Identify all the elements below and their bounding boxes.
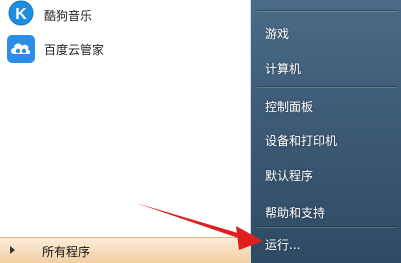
menu-item-label: 设备和打印机 [265,134,338,148]
kugou-music-icon: K [6,0,36,30]
menu-item-label: 控制面板 [265,100,314,114]
menu-item-label: 默认程序 [265,169,314,183]
menu-item-games[interactable]: 游戏 [251,21,401,45]
menu-item-label: 计算机 [265,62,302,76]
triangle-right-icon [10,246,15,254]
program-label: 酷狗音乐 [44,9,93,23]
programs-pane: K 酷狗音乐 百度云管家 所有程序 [0,0,250,263]
menu-item-help-support[interactable]: 帮助和支持 [251,200,401,224]
separator [257,226,397,227]
menu-item-devices-printers[interactable]: 设备和打印机 [251,128,401,152]
menu-item-label: 帮助和支持 [265,206,326,220]
all-programs-button[interactable]: 所有程序 [0,237,250,263]
baidu-cloud-icon [6,34,36,64]
menu-item-default-programs[interactable]: 默认程序 [251,163,401,187]
separator [257,86,397,87]
program-item-kugou[interactable]: K 酷狗音乐 [0,0,248,34]
menu-item-label: 游戏 [265,27,290,41]
menu-item-computer[interactable]: 计算机 [251,56,401,80]
menu-item-control-panel[interactable]: 控制面板 [251,94,401,118]
menu-item-label: 运行... [265,238,301,252]
program-label: 百度云管家 [44,43,105,57]
menu-item-run[interactable]: 运行... [251,232,401,256]
system-links-pane: 游戏 计算机 控制面板 设备和打印机 默认程序 帮助和支持 运行... [251,0,401,263]
all-programs-label: 所有程序 [42,245,91,259]
program-item-baidu-cloud[interactable]: 百度云管家 [0,34,248,68]
svg-text:K: K [15,6,27,23]
separator [257,10,397,11]
